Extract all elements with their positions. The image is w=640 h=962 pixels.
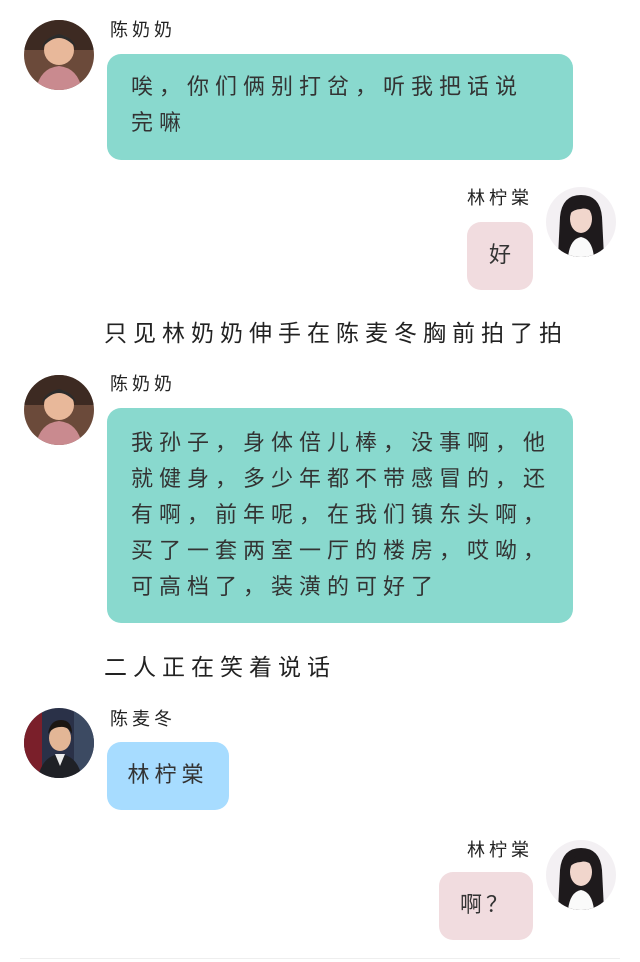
sender-name: 陈麦冬	[110, 709, 176, 730]
sender-name: 陈奶奶	[110, 20, 176, 41]
girl-avatar[interactable]	[546, 840, 616, 910]
message-bubble[interactable]: 好	[467, 222, 533, 290]
narration-text: 二人正在笑着说话	[104, 655, 336, 681]
sender-name: 林柠棠	[467, 188, 533, 209]
grandma-avatar[interactable]	[24, 375, 94, 445]
grandma-avatar[interactable]	[24, 20, 94, 90]
message-bubble[interactable]: 啊？	[439, 872, 533, 940]
narration-text: 只见林奶奶伸手在陈麦冬胸前拍了拍	[104, 321, 568, 347]
message-bubble[interactable]: 林柠棠	[107, 742, 229, 810]
young-man-avatar[interactable]	[24, 708, 94, 778]
sender-name: 陈奶奶	[110, 374, 176, 395]
girl-avatar[interactable]	[546, 187, 616, 257]
message-bubble[interactable]: 我孙子，身体倍儿棒，没事啊，他就健身，多少年都不带感冒的，还有啊，前年呢，在我们…	[107, 408, 573, 623]
sender-name: 林柠棠	[467, 840, 533, 861]
message-bubble[interactable]: 唉，你们俩别打岔，听我把话说完嘛	[107, 54, 573, 160]
divider	[20, 958, 620, 959]
